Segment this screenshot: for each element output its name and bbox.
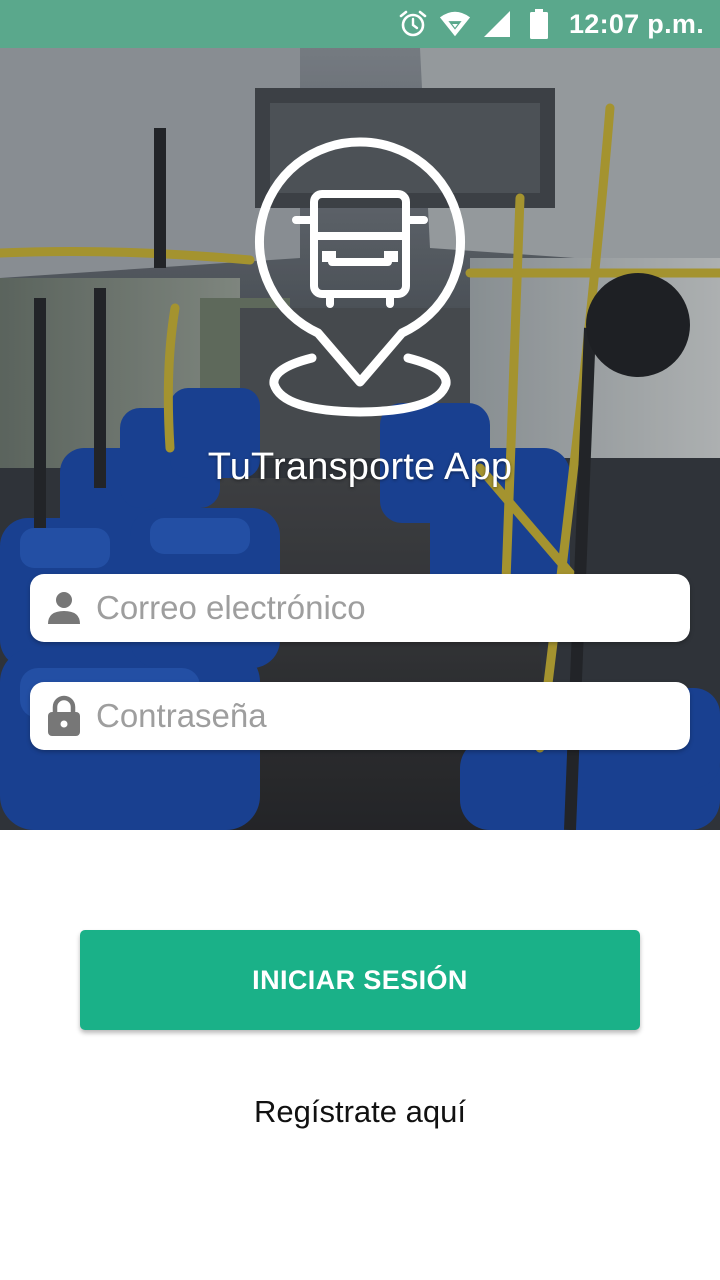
email-input[interactable] <box>96 574 690 642</box>
email-field[interactable] <box>30 574 690 642</box>
wifi-icon <box>439 8 471 40</box>
alarm-icon <box>397 8 429 40</box>
lock-icon <box>46 695 82 736</box>
register-link[interactable]: Regístrate aquí <box>0 1094 720 1130</box>
password-field[interactable] <box>30 682 690 750</box>
login-button[interactable]: INICIAR SESIÓN <box>80 930 640 1030</box>
status-time: 12:07 p.m. <box>568 8 704 39</box>
status-bar: 12:07 p.m. <box>0 0 720 48</box>
signal-icon <box>481 8 513 40</box>
password-input[interactable] <box>96 682 690 750</box>
bus-location-pin-icon <box>252 136 468 418</box>
battery-icon <box>523 8 555 40</box>
app-title: TuTransporte App <box>207 446 513 488</box>
person-icon <box>46 588 82 628</box>
